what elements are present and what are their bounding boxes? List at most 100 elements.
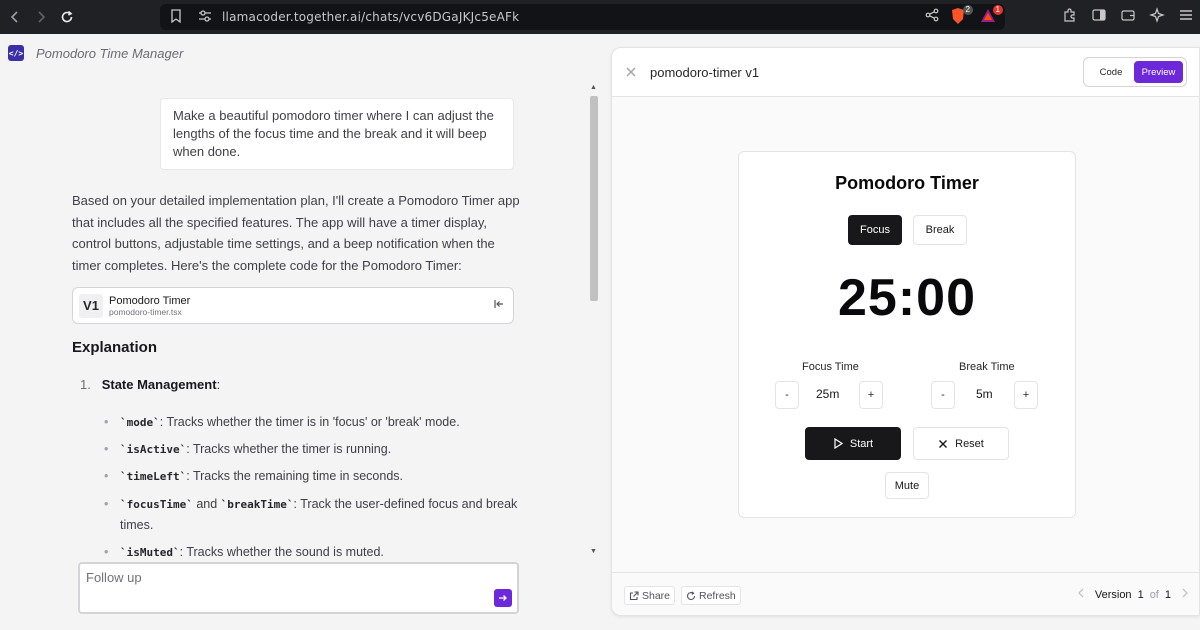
site-settings-icon[interactable] bbox=[198, 9, 212, 28]
chat-scrollbar[interactable]: ▲ ▼ bbox=[588, 84, 600, 564]
assistant-message: Based on your detailed implementation pl… bbox=[72, 193, 520, 273]
app-title: Pomodoro Time Manager bbox=[36, 45, 184, 61]
list-item: `focusTime` and `breakTime`: Track the u… bbox=[104, 494, 524, 535]
menu-icon[interactable] bbox=[1178, 7, 1194, 28]
artifact-filename: pomodoro-timer.tsx bbox=[109, 306, 182, 317]
artifact-card[interactable]: V1 Pomodoro Timer pomodoro-timer.tsx bbox=[72, 287, 514, 324]
list-item-state-management: 1. State Management: bbox=[80, 377, 220, 392]
arrow-right-icon bbox=[499, 595, 507, 601]
start-label: Start bbox=[849, 437, 874, 450]
bullet-text: : Tracks whether the sound is muted. bbox=[179, 545, 384, 559]
version-current: 1 bbox=[1137, 588, 1144, 601]
view-toggle: Code Preview bbox=[1083, 57, 1187, 87]
chat-panel: </> Pomodoro Time Manager Make a beautif… bbox=[0, 34, 600, 630]
code-token: `isMuted` bbox=[120, 546, 180, 559]
mute-button[interactable]: Mute bbox=[885, 472, 929, 499]
focus-time-label: Focus Time bbox=[802, 361, 859, 373]
code-token: `mode` bbox=[120, 416, 160, 429]
shields-count: 2 bbox=[962, 5, 973, 15]
scroll-down-icon[interactable]: ▼ bbox=[590, 548, 597, 555]
preview-header: pomodoro-timer v1 Code Preview bbox=[612, 48, 1199, 97]
version-nav: Version 1 of 1 bbox=[1077, 588, 1189, 601]
focus-mode-button[interactable]: Focus bbox=[848, 215, 902, 245]
forward-icon[interactable] bbox=[28, 4, 54, 30]
refresh-button[interactable]: Refresh bbox=[681, 586, 741, 605]
close-icon[interactable] bbox=[625, 65, 637, 81]
next-version-icon[interactable] bbox=[1181, 588, 1189, 601]
bullet-text: : Tracks the remaining time in seconds. bbox=[186, 469, 403, 483]
scroll-up-icon[interactable]: ▲ bbox=[590, 84, 597, 91]
refresh-label: Refresh bbox=[699, 589, 736, 602]
tab-code[interactable]: Code bbox=[1088, 61, 1134, 83]
list-item: `mode`: Tracks whether the timer is in '… bbox=[104, 412, 524, 433]
version-label: Version bbox=[1094, 588, 1132, 601]
list-title: State Management bbox=[101, 377, 217, 392]
back-icon[interactable] bbox=[2, 4, 28, 30]
rewards-count: 1 bbox=[992, 5, 1003, 15]
refresh-icon bbox=[687, 590, 696, 600]
reset-label: Reset bbox=[955, 437, 984, 450]
focus-increment-button[interactable]: + bbox=[859, 381, 883, 409]
url-text[interactable]: llamacoder.together.ai/chats/vcv6DGaJKJc… bbox=[222, 10, 519, 24]
share-label: Share bbox=[642, 589, 671, 602]
list-item: `isMuted`: Tracks whether the sound is m… bbox=[104, 542, 524, 563]
preview-footer: Share Refresh Version 1 of 1 bbox=[612, 572, 1199, 615]
preview-title: pomodoro-timer v1 bbox=[650, 65, 760, 80]
code-token: `isActive` bbox=[120, 443, 187, 456]
break-mode-button[interactable]: Break bbox=[913, 215, 967, 245]
version-total: 1 bbox=[1164, 588, 1171, 601]
break-time-value: 5m bbox=[976, 387, 993, 401]
tab-preview[interactable]: Preview bbox=[1134, 61, 1183, 83]
start-button[interactable]: Start bbox=[805, 427, 901, 460]
version-of: of bbox=[1149, 588, 1159, 601]
app-header: </> Pomodoro Time Manager bbox=[8, 45, 183, 61]
user-message: Make a beautiful pomodoro timer where I … bbox=[160, 98, 514, 170]
reset-button[interactable]: Reset bbox=[913, 427, 1009, 460]
sidebar-toggle-icon[interactable] bbox=[1091, 7, 1107, 28]
artifact-version-badge: V1 bbox=[79, 293, 103, 318]
artifact-title: Pomodoro Timer bbox=[109, 294, 191, 307]
open-artifact-icon[interactable] bbox=[493, 298, 505, 313]
code-token: `focusTime` bbox=[120, 498, 193, 511]
focus-decrement-button[interactable]: - bbox=[775, 381, 799, 409]
followup-box bbox=[78, 562, 519, 614]
followup-input[interactable] bbox=[86, 570, 486, 585]
timer-display: 25:00 bbox=[838, 269, 976, 327]
share-button[interactable]: Share bbox=[624, 586, 676, 605]
app-logo-icon[interactable]: </> bbox=[8, 45, 24, 61]
preview-body: Pomodoro Timer Focus Break 25:00 Focus T… bbox=[612, 97, 1199, 572]
browser-toolbar: llamacoder.together.ai/chats/vcv6DGaJKJc… bbox=[0, 0, 1200, 34]
bullet-text: : Tracks whether the timer is in 'focus'… bbox=[159, 415, 460, 429]
address-bar[interactable]: llamacoder.together.ai/chats/vcv6DGaJKJc… bbox=[160, 4, 1005, 30]
break-increment-button[interactable]: + bbox=[1014, 381, 1038, 409]
reload-icon[interactable] bbox=[54, 4, 80, 30]
break-time-label: Break Time bbox=[959, 361, 1015, 373]
brave-rewards-icon[interactable]: 1 bbox=[979, 5, 1003, 27]
bookmark-icon[interactable] bbox=[170, 9, 182, 28]
code-token: `breakTime` bbox=[220, 498, 294, 511]
leo-ai-icon[interactable] bbox=[1149, 7, 1165, 28]
scroll-thumb[interactable] bbox=[590, 96, 598, 301]
pomodoro-card: Pomodoro Timer Focus Break 25:00 Focus T… bbox=[738, 151, 1076, 518]
focus-time-value: 25m bbox=[816, 387, 840, 401]
bullet-text: and bbox=[192, 497, 221, 511]
pomodoro-title: Pomodoro Timer bbox=[835, 173, 979, 193]
send-button[interactable] bbox=[494, 589, 512, 607]
list-number: 1. bbox=[80, 377, 91, 392]
preview-panel: pomodoro-timer v1 Code Preview Pomodoro … bbox=[611, 47, 1200, 616]
list-item: `isActive`: Tracks whether the timer is … bbox=[104, 439, 524, 460]
explanation-heading: Explanation bbox=[72, 339, 158, 356]
x-icon bbox=[939, 439, 948, 448]
brave-shields-icon[interactable]: 2 bbox=[949, 5, 973, 27]
wallet-icon[interactable] bbox=[1120, 7, 1136, 28]
code-token: `timeLeft` bbox=[120, 470, 187, 483]
share-page-icon[interactable] bbox=[925, 8, 939, 27]
prev-version-icon[interactable] bbox=[1077, 588, 1085, 601]
break-decrement-button[interactable]: - bbox=[931, 381, 955, 409]
bullet-text: : Tracks whether the timer is running. bbox=[186, 442, 392, 456]
play-icon bbox=[834, 438, 843, 449]
extensions-icon[interactable] bbox=[1062, 7, 1078, 28]
list-item: `timeLeft`: Tracks the remaining time in… bbox=[104, 466, 524, 487]
list-colon: : bbox=[216, 377, 221, 392]
external-link-icon bbox=[629, 590, 639, 600]
